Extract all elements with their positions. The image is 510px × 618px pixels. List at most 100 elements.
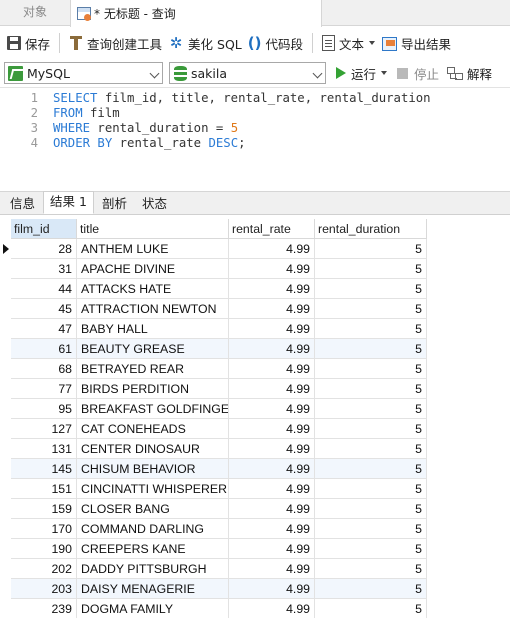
table-row[interactable]: 190 CREEPERS KANE 4.99 5 [0, 539, 510, 559]
table-cell[interactable]: 4.99 [229, 299, 315, 319]
table-cell[interactable]: 131 [11, 439, 77, 459]
table-cell[interactable]: 5 [315, 259, 427, 279]
table-cell[interactable]: 5 [315, 579, 427, 599]
table-row[interactable]: 44 ATTACKS HATE 4.99 5 [0, 279, 510, 299]
table-cell[interactable]: ANTHEM LUKE [77, 239, 229, 259]
code-line[interactable]: 1 SELECT film_id, title, rental_rate, ren… [0, 91, 510, 106]
chevron-down-icon[interactable] [381, 71, 388, 75]
table-cell[interactable]: CINCINATTI WHISPERER [77, 479, 229, 499]
table-cell[interactable]: 5 [315, 299, 427, 319]
table-cell[interactable]: 4.99 [229, 499, 315, 519]
code-snippet-button[interactable]: () 代码段 [245, 30, 306, 56]
table-cell[interactable]: 47 [11, 319, 77, 339]
table-cell[interactable]: 5 [315, 439, 427, 459]
table-cell[interactable]: 4.99 [229, 419, 315, 439]
run-button[interactable]: 运行 [336, 64, 388, 83]
beautify-sql-button[interactable]: ✲ 美化 SQL [165, 30, 245, 56]
table-row[interactable]: 151 CINCINATTI WHISPERER 4.99 5 [0, 479, 510, 499]
table-cell[interactable]: 127 [11, 419, 77, 439]
table-row[interactable]: 28 ANTHEM LUKE 4.99 5 [0, 239, 510, 259]
table-row[interactable]: 61 BEAUTY GREASE 4.99 5 [0, 339, 510, 359]
table-cell[interactable]: ATTRACTION NEWTON [77, 299, 229, 319]
table-cell[interactable]: CHISUM BEHAVIOR [77, 459, 229, 479]
code-line[interactable]: 2 FROM film [0, 106, 510, 121]
table-row[interactable]: 68 BETRAYED REAR 4.99 5 [0, 359, 510, 379]
result-tab[interactable]: 剖析 [95, 193, 134, 214]
table-row[interactable]: 159 CLOSER BANG 4.99 5 [0, 499, 510, 519]
table-cell[interactable]: CENTER DINOSAUR [77, 439, 229, 459]
table-cell[interactable]: 190 [11, 539, 77, 559]
table-cell[interactable]: COMMAND DARLING [77, 519, 229, 539]
table-cell[interactable]: 4.99 [229, 459, 315, 479]
table-cell[interactable]: 5 [315, 519, 427, 539]
table-cell[interactable]: 4.99 [229, 279, 315, 299]
result-tab[interactable]: 结果 1 [43, 191, 94, 214]
table-cell[interactable]: 4.99 [229, 559, 315, 579]
table-cell[interactable]: 5 [315, 239, 427, 259]
table-cell[interactable]: 45 [11, 299, 77, 319]
table-cell[interactable]: 151 [11, 479, 77, 499]
table-cell[interactable]: 5 [315, 539, 427, 559]
table-cell[interactable]: 5 [315, 279, 427, 299]
table-cell[interactable]: 239 [11, 599, 77, 618]
table-cell[interactable]: 68 [11, 359, 77, 379]
table-cell[interactable]: 4.99 [229, 259, 315, 279]
result-tab[interactable]: 状态 [135, 193, 174, 214]
table-cell[interactable]: 5 [315, 359, 427, 379]
table-cell[interactable]: 5 [315, 419, 427, 439]
table-row[interactable]: 202 DADDY PITTSBURGH 4.99 5 [0, 559, 510, 579]
table-cell[interactable]: BEAUTY GREASE [77, 339, 229, 359]
table-cell[interactable]: DOGMA FAMILY [77, 599, 229, 618]
table-cell[interactable]: 4.99 [229, 379, 315, 399]
table-cell[interactable]: BETRAYED REAR [77, 359, 229, 379]
sql-editor[interactable]: 1 SELECT film_id, title, rental_rate, ren… [0, 87, 510, 190]
table-cell[interactable]: BREAKFAST GOLDFINGER [77, 399, 229, 419]
table-cell[interactable]: 170 [11, 519, 77, 539]
table-cell[interactable]: 202 [11, 559, 77, 579]
table-cell[interactable]: 4.99 [229, 579, 315, 599]
table-cell[interactable]: 159 [11, 499, 77, 519]
table-cell[interactable]: APACHE DIVINE [77, 259, 229, 279]
table-cell[interactable]: 44 [11, 279, 77, 299]
tab-objects[interactable]: 对象 [0, 0, 70, 26]
table-cell[interactable]: CREEPERS KANE [77, 539, 229, 559]
table-row[interactable]: 127 CAT CONEHEADS 4.99 5 [0, 419, 510, 439]
table-row[interactable]: 239 DOGMA FAMILY 4.99 5 [0, 599, 510, 618]
table-cell[interactable]: 4.99 [229, 399, 315, 419]
table-cell[interactable]: DADDY PITTSBURGH [77, 559, 229, 579]
table-cell[interactable]: 5 [315, 339, 427, 359]
database-select[interactable]: sakila [169, 62, 326, 84]
table-cell[interactable]: CLOSER BANG [77, 499, 229, 519]
table-row[interactable]: 95 BREAKFAST GOLDFINGER 4.99 5 [0, 399, 510, 419]
table-row[interactable]: 170 COMMAND DARLING 4.99 5 [0, 519, 510, 539]
tab-untitled-query[interactable]: * 无标题 - 查询 [70, 0, 322, 27]
stop-button[interactable]: 停止 [397, 64, 439, 83]
table-cell[interactable]: DAISY MENAGERIE [77, 579, 229, 599]
table-cell[interactable]: 5 [315, 499, 427, 519]
column-header[interactable]: film_id [11, 219, 77, 239]
table-cell[interactable]: 28 [11, 239, 77, 259]
result-grid[interactable]: film_id title rental_rate rental_duration 28… [0, 215, 510, 618]
table-cell[interactable]: 145 [11, 459, 77, 479]
table-cell[interactable]: 5 [315, 379, 427, 399]
table-cell[interactable]: 5 [315, 559, 427, 579]
table-cell[interactable]: 5 [315, 599, 427, 618]
table-cell[interactable]: 31 [11, 259, 77, 279]
table-cell[interactable]: 4.99 [229, 359, 315, 379]
result-tab[interactable]: 信息 [3, 193, 42, 214]
table-cell[interactable]: 5 [315, 319, 427, 339]
table-cell[interactable]: 61 [11, 339, 77, 359]
table-cell[interactable]: 4.99 [229, 439, 315, 459]
table-cell[interactable]: 4.99 [229, 319, 315, 339]
table-row[interactable]: 131 CENTER DINOSAUR 4.99 5 [0, 439, 510, 459]
table-row[interactable]: 145 CHISUM BEHAVIOR 4.99 5 [0, 459, 510, 479]
save-button[interactable]: 保存 [4, 30, 53, 56]
table-cell[interactable]: 77 [11, 379, 77, 399]
table-cell[interactable]: ATTACKS HATE [77, 279, 229, 299]
export-result-button[interactable]: 导出结果 [378, 30, 454, 56]
table-cell[interactable]: 4.99 [229, 239, 315, 259]
column-header[interactable]: rental_duration [315, 219, 427, 239]
table-cell[interactable]: CAT CONEHEADS [77, 419, 229, 439]
table-row[interactable]: 203 DAISY MENAGERIE 4.99 5 [0, 579, 510, 599]
table-cell[interactable]: 203 [11, 579, 77, 599]
